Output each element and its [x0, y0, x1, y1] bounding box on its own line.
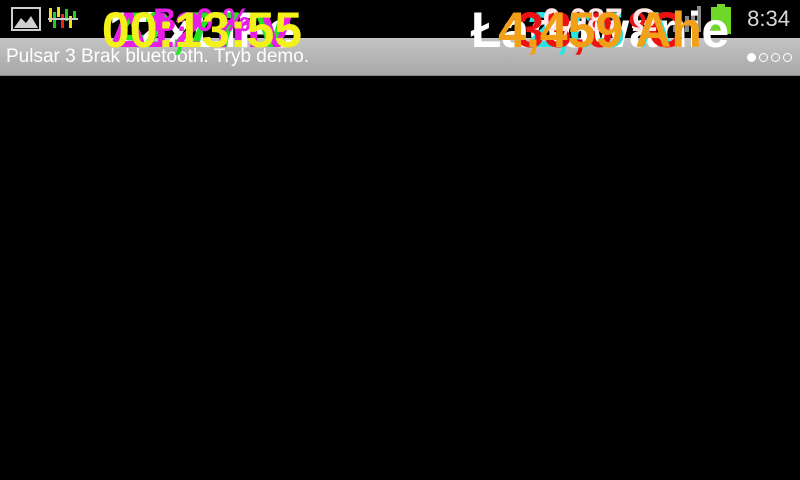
- screen: 8:34 Pulsar 3 Brak bluetooth. Tryb demo.…: [0, 0, 800, 480]
- elapsed-time-value: 00:13:55: [101, 2, 303, 58]
- capacity-value: 4,459 Ah: [498, 2, 702, 58]
